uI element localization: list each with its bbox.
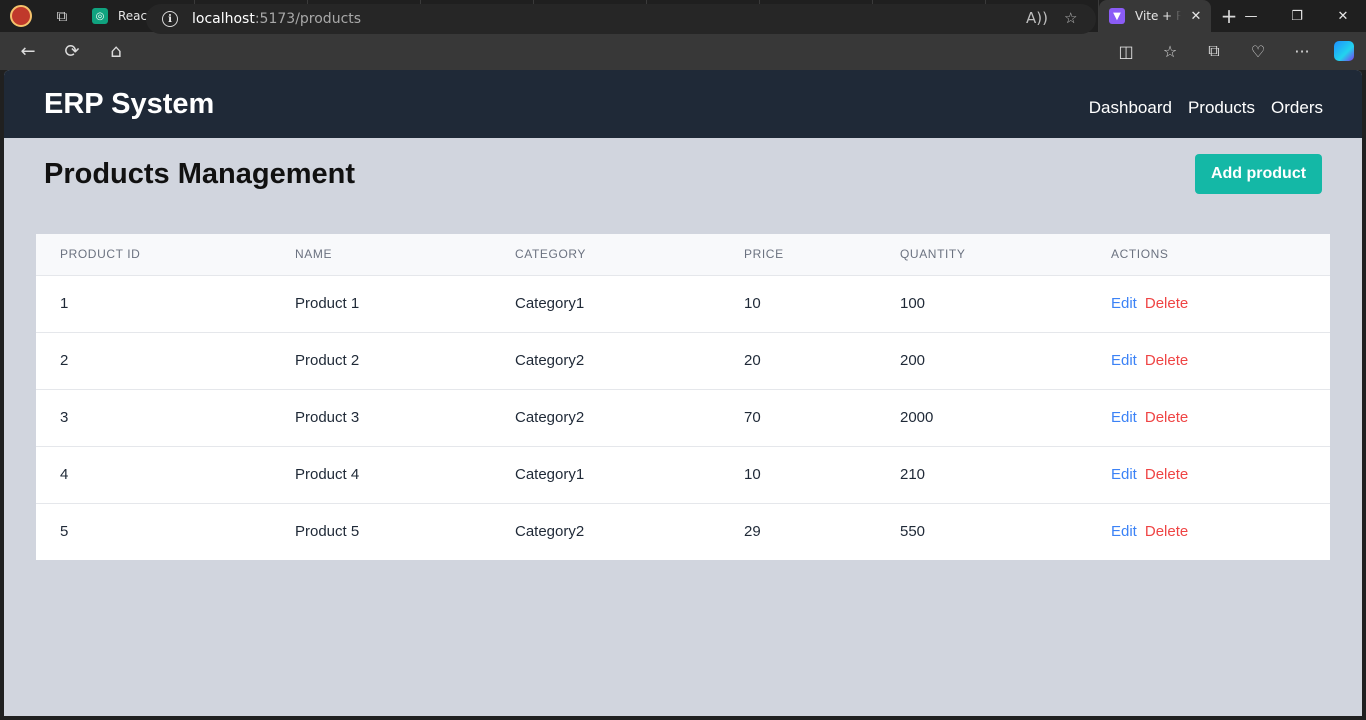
cell-actions: Edit Delete bbox=[1087, 503, 1330, 560]
add-product-button[interactable]: Add product bbox=[1195, 154, 1322, 194]
column-header-quantity: QUANTITY bbox=[876, 234, 1087, 276]
url-path: :5173/products bbox=[254, 11, 362, 27]
cell-category: Category2 bbox=[515, 352, 585, 369]
back-icon[interactable]: ← bbox=[6, 32, 50, 70]
cell-name: Product 1 bbox=[295, 295, 360, 312]
edit-link[interactable]: Edit bbox=[1111, 409, 1137, 426]
collections-icon[interactable]: ⧉ bbox=[1194, 32, 1234, 70]
column-header-price: PRICE bbox=[720, 234, 876, 276]
column-header-product-id: PRODUCT ID bbox=[36, 234, 271, 276]
column-header-actions: ACTIONS bbox=[1087, 234, 1330, 276]
delete-link[interactable]: Delete bbox=[1145, 409, 1188, 426]
cell-quantity: 210 bbox=[900, 466, 926, 483]
column-header-name: NAME bbox=[271, 234, 491, 276]
page-viewport: ERP System Dashboard Products Orders Pro… bbox=[4, 70, 1362, 716]
cell-quantity: 550 bbox=[900, 523, 926, 541]
top-nav: Dashboard Products Orders bbox=[1089, 98, 1323, 118]
cell-actions: Edit Delete bbox=[1087, 389, 1330, 446]
delete-link[interactable]: Delete bbox=[1145, 352, 1188, 369]
tab-title: Vite + React bbox=[1135, 9, 1181, 23]
table-row: 1 Product 1 Category1 10 100 Edit Delete bbox=[36, 275, 1330, 332]
url-host: localhost bbox=[192, 11, 255, 27]
products-table: PRODUCT ID NAME CATEGORY PRICE QUANTITY … bbox=[36, 234, 1330, 560]
cell-category: Category1 bbox=[515, 295, 585, 312]
copilot-icon[interactable] bbox=[1324, 32, 1364, 70]
cell-actions: Edit Delete bbox=[1087, 275, 1330, 332]
table-row: 2 Product 2 Category2 20 200 Edit Delete bbox=[36, 332, 1330, 389]
more-menu-icon[interactable]: ··· bbox=[1282, 32, 1322, 70]
cell-product-id: 1 bbox=[60, 295, 69, 312]
cell-name: Product 4 bbox=[295, 466, 360, 483]
refresh-icon[interactable]: ⟳ bbox=[50, 32, 94, 70]
edit-link[interactable]: Edit bbox=[1111, 523, 1137, 540]
delete-link[interactable]: Delete bbox=[1145, 295, 1188, 312]
cell-price: 29 bbox=[744, 523, 761, 541]
edit-link[interactable]: Edit bbox=[1111, 466, 1137, 483]
close-tab-icon[interactable]: ✕ bbox=[1189, 9, 1203, 24]
edit-link[interactable]: Edit bbox=[1111, 352, 1137, 369]
cell-actions: Edit Delete bbox=[1087, 332, 1330, 389]
nav-orders[interactable]: Orders bbox=[1271, 98, 1323, 118]
minimize-icon[interactable]: — bbox=[1228, 0, 1274, 32]
cell-category: Category2 bbox=[515, 409, 585, 426]
table-row: 4 Product 4 Category1 10 210 Edit Delete bbox=[36, 446, 1330, 503]
chatgpt-icon: ◎ bbox=[92, 8, 108, 24]
cell-product-id: 2 bbox=[60, 352, 69, 369]
cell-name: Product 2 bbox=[295, 352, 360, 369]
cell-product-id: 4 bbox=[60, 466, 69, 483]
table-header-row: PRODUCT ID NAME CATEGORY PRICE QUANTITY … bbox=[36, 234, 1330, 276]
cell-price: 70 bbox=[744, 409, 761, 426]
cell-name: Product 5 bbox=[295, 523, 360, 541]
table-row: 3 Product 3 Category2 70 2000 Edit Delete bbox=[36, 389, 1330, 446]
app-header: ERP System Dashboard Products Orders bbox=[4, 70, 1362, 138]
browser-essentials-icon[interactable]: ♡ bbox=[1238, 32, 1278, 70]
home-icon[interactable]: ⌂ bbox=[94, 32, 138, 70]
cell-quantity: 2000 bbox=[900, 409, 934, 426]
close-window-icon[interactable]: ✕ bbox=[1320, 0, 1366, 32]
delete-link[interactable]: Delete bbox=[1145, 466, 1188, 483]
vite-icon: ▼ bbox=[1109, 8, 1125, 24]
profile-avatar-icon[interactable] bbox=[0, 0, 42, 32]
page-title: Products Management bbox=[44, 158, 355, 190]
cell-category: Category1 bbox=[515, 466, 585, 483]
cell-price: 10 bbox=[744, 466, 761, 483]
favorites-icon[interactable]: ☆ bbox=[1150, 32, 1190, 70]
cell-quantity: 200 bbox=[900, 352, 926, 369]
cell-quantity: 100 bbox=[900, 295, 926, 312]
table-row: 5 Product 5 Category2 29 550 Edit Delete bbox=[36, 503, 1330, 560]
address-bar[interactable]: i localhost:5173/products A)) ☆ bbox=[146, 4, 1096, 34]
restore-icon[interactable]: ❐ bbox=[1274, 0, 1320, 32]
cell-price: 10 bbox=[744, 295, 761, 312]
favorite-star-icon[interactable]: ☆ bbox=[1064, 9, 1077, 27]
cell-actions: Edit Delete bbox=[1087, 446, 1330, 503]
site-info-icon[interactable]: i bbox=[162, 11, 178, 27]
cell-name: Product 3 bbox=[295, 409, 360, 426]
split-screen-icon[interactable]: ◫ bbox=[1106, 32, 1146, 70]
nav-dashboard[interactable]: Dashboard bbox=[1089, 98, 1172, 118]
workspaces-icon[interactable]: ⧉ bbox=[42, 0, 82, 32]
cell-price: 20 bbox=[744, 352, 761, 369]
cell-category: Category2 bbox=[515, 523, 585, 541]
nav-products[interactable]: Products bbox=[1188, 98, 1255, 118]
products-table-container: PRODUCT ID NAME CATEGORY PRICE QUANTITY … bbox=[36, 234, 1330, 560]
column-header-category: CATEGORY bbox=[491, 234, 720, 276]
delete-link[interactable]: Delete bbox=[1145, 523, 1188, 540]
read-aloud-icon[interactable]: A)) bbox=[1026, 9, 1048, 27]
brand-title: ERP System bbox=[44, 88, 215, 120]
edit-link[interactable]: Edit bbox=[1111, 295, 1137, 312]
cell-product-id: 3 bbox=[60, 409, 69, 426]
cell-product-id: 5 bbox=[60, 523, 69, 541]
browser-tab[interactable]: ▼ Vite + React ✕ bbox=[1099, 0, 1211, 32]
